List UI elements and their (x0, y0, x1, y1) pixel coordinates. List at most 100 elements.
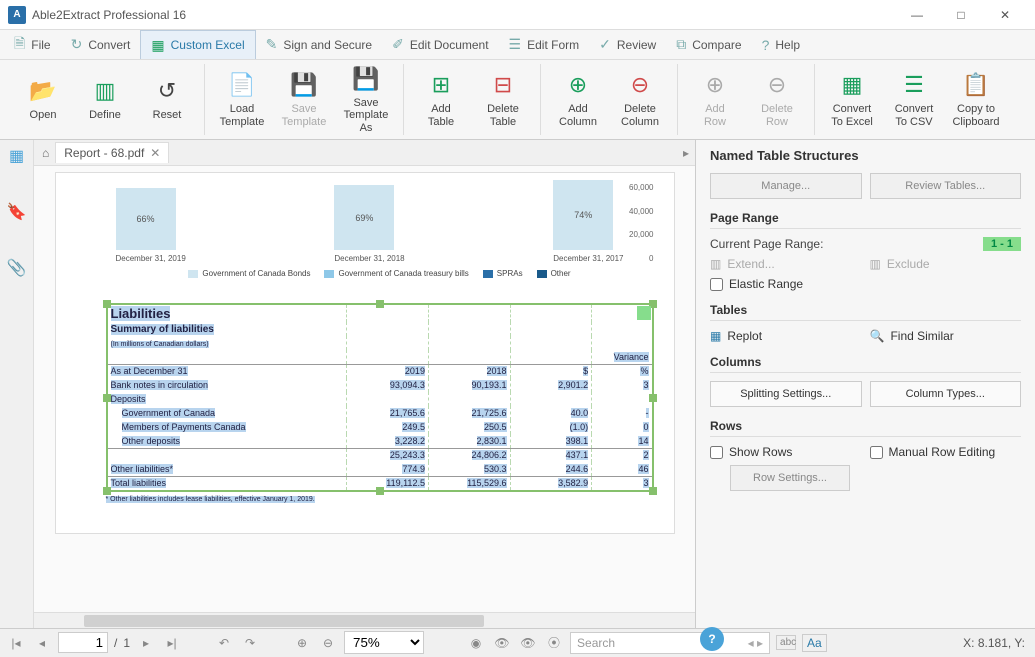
delete-table-button[interactable]: ⊟Delete Table (476, 71, 530, 127)
page-input[interactable] (58, 632, 108, 653)
open-button[interactable]: 📂Open (16, 77, 70, 121)
left-gutter: ▦ 🔖 📎 (0, 140, 34, 628)
review-tables-button[interactable]: Review Tables... (870, 173, 1022, 199)
rows-header: Rows (710, 419, 1021, 437)
resize-handle[interactable] (103, 394, 111, 402)
menu-convert[interactable]: ↻Convert (61, 30, 141, 59)
y-axis: 60,000 40,000 20,000 0 (629, 183, 653, 263)
copy-clipboard-button[interactable]: 📋Copy to Clipboard (949, 71, 1003, 127)
extend-button[interactable]: ▥Extend... (710, 257, 862, 271)
menu-sign[interactable]: ✎Sign and Secure (256, 30, 382, 59)
splitting-settings-button[interactable]: Splitting Settings... (710, 381, 862, 407)
clipboard-icon: 📋 (962, 71, 989, 99)
zoom-out-button[interactable]: ⊖ (318, 636, 338, 650)
rotate-right-button[interactable]: ↷ (240, 636, 260, 650)
prev-page-button[interactable]: ◂ (32, 636, 52, 650)
search-input[interactable]: Search◂ ▸ (570, 632, 770, 654)
sign-icon: ✎ (266, 36, 278, 53)
next-page-button[interactable]: ▸ (136, 636, 156, 650)
aa-button[interactable]: Aa (802, 634, 827, 652)
resize-handle[interactable] (649, 487, 657, 495)
view-icon-2[interactable]: 👁 (492, 636, 512, 650)
save-template-as-button[interactable]: 💾Save Template As (339, 65, 393, 133)
add-row-button: ⊕Add Row (688, 71, 742, 127)
zoom-in-button[interactable]: ⊕ (292, 636, 312, 650)
main-area: ▦ 🔖 📎 ⌂ Report - 68.pdf ✕ ▸ 60,000 40,00… (0, 140, 1035, 628)
help-icon: ? (762, 37, 770, 53)
menu-compare[interactable]: ⧉Compare (666, 30, 751, 59)
horizontal-scrollbar[interactable] (34, 612, 695, 628)
view-icon-4[interactable]: ⦿ (544, 634, 564, 651)
page-total: 1 (123, 636, 130, 650)
legend-item: Government of Canada Bonds (188, 269, 310, 278)
document-tab[interactable]: Report - 68.pdf ✕ (55, 142, 169, 163)
convert-excel-button[interactable]: ▦Convert To Excel (825, 71, 879, 127)
define-button[interactable]: ▥Define (78, 77, 132, 121)
first-page-button[interactable]: |◂ (6, 636, 26, 650)
menu-edit-form[interactable]: ☰Edit Form (499, 30, 590, 59)
add-table-button[interactable]: ⊞Add Table (414, 71, 468, 127)
menu-review[interactable]: ✓Review (589, 30, 666, 59)
thumbnails-icon[interactable]: ▦ (5, 144, 29, 168)
menu-help[interactable]: ?Help (752, 30, 810, 59)
resize-handle[interactable] (376, 300, 384, 308)
bookmarks-icon[interactable]: 🔖 (5, 200, 29, 224)
page-range-header: Page Range (710, 211, 1021, 229)
app-title: Able2Extract Professional 16 (32, 8, 895, 22)
view-icon-3[interactable]: 👁 (518, 636, 538, 650)
tab-overflow-icon[interactable]: ▸ (683, 146, 689, 160)
titlebar: A Able2Extract Professional 16 — □ ✕ (0, 0, 1035, 30)
last-page-button[interactable]: ▸| (162, 636, 182, 650)
bar: 74%December 31, 2017 (553, 180, 623, 263)
add-column-button[interactable]: ⊕Add Column (551, 71, 605, 127)
resize-handle[interactable] (103, 487, 111, 495)
folder-icon: 📂 (29, 77, 56, 105)
show-rows-checkbox[interactable]: Show Rows (710, 445, 862, 459)
resize-handle[interactable] (103, 300, 111, 308)
rotate-left-button[interactable]: ↶ (214, 636, 234, 650)
find-similar-button[interactable]: 🔍Find Similar (870, 329, 1022, 343)
zoom-select[interactable]: 75% (344, 631, 424, 654)
canvas[interactable]: 60,000 40,000 20,000 0 66%December 31, 2… (34, 166, 695, 612)
save-template-icon: 💾 (290, 71, 317, 99)
tab-label: Report - 68.pdf (64, 146, 144, 160)
scroll-thumb[interactable] (84, 615, 484, 627)
abc-button[interactable]: abc (776, 635, 796, 650)
close-button[interactable]: ✕ (983, 0, 1027, 30)
table-row: Government of Canada21,765.621,725.640.0… (108, 406, 652, 420)
resize-handle[interactable] (649, 394, 657, 402)
delete-column-button[interactable]: ⊖Delete Column (613, 71, 667, 127)
table-marker (637, 306, 651, 320)
home-icon[interactable]: ⌂ (42, 146, 49, 160)
menu-custom-excel[interactable]: ▦Custom Excel (140, 30, 255, 59)
delete-column-icon: ⊖ (631, 71, 649, 99)
table-row: Members of Payments Canada249.5250.5(1.0… (108, 420, 652, 434)
view-icon-1[interactable]: ◉ (466, 636, 486, 650)
replot-button[interactable]: ▦Replot (710, 329, 862, 343)
minimize-button[interactable]: — (895, 0, 939, 30)
menu-file[interactable]: 🗎File (4, 30, 61, 59)
exclude-button[interactable]: ▥Exclude (870, 257, 1022, 271)
manual-row-checkbox[interactable]: Manual Row Editing (870, 445, 1022, 459)
right-panel: Named Table Structures Manage... Review … (695, 140, 1035, 628)
pdf-page: 60,000 40,000 20,000 0 66%December 31, 2… (55, 172, 675, 534)
row-settings-button[interactable]: Row Settings... (730, 465, 850, 491)
elastic-range-checkbox[interactable]: Elastic Range (710, 277, 1021, 291)
tab-close-icon[interactable]: ✕ (150, 146, 160, 160)
manage-button[interactable]: Manage... (710, 173, 862, 199)
attachments-icon[interactable]: 📎 (5, 256, 29, 280)
menu-edit-document[interactable]: ✐Edit Document (382, 30, 498, 59)
review-icon: ✓ (599, 36, 611, 53)
coordinates: X: 8.181, Y: (963, 636, 1025, 650)
maximize-button[interactable]: □ (939, 0, 983, 30)
resize-handle[interactable] (376, 487, 384, 495)
save-as-icon: 💾 (352, 65, 379, 93)
column-types-button[interactable]: Column Types... (870, 381, 1022, 407)
range-label: Current Page Range: (710, 237, 823, 251)
table-row: Other deposits3,228.22,830.1398.114 (108, 434, 652, 448)
help-bubble[interactable]: ? (700, 627, 724, 651)
load-template-button[interactable]: 📄Load Template (215, 71, 269, 127)
selected-table[interactable]: Liabilities Summary of liabilities (In m… (106, 303, 654, 492)
reset-button[interactable]: ↺Reset (140, 77, 194, 121)
convert-csv-button[interactable]: ☰Convert To CSV (887, 71, 941, 127)
